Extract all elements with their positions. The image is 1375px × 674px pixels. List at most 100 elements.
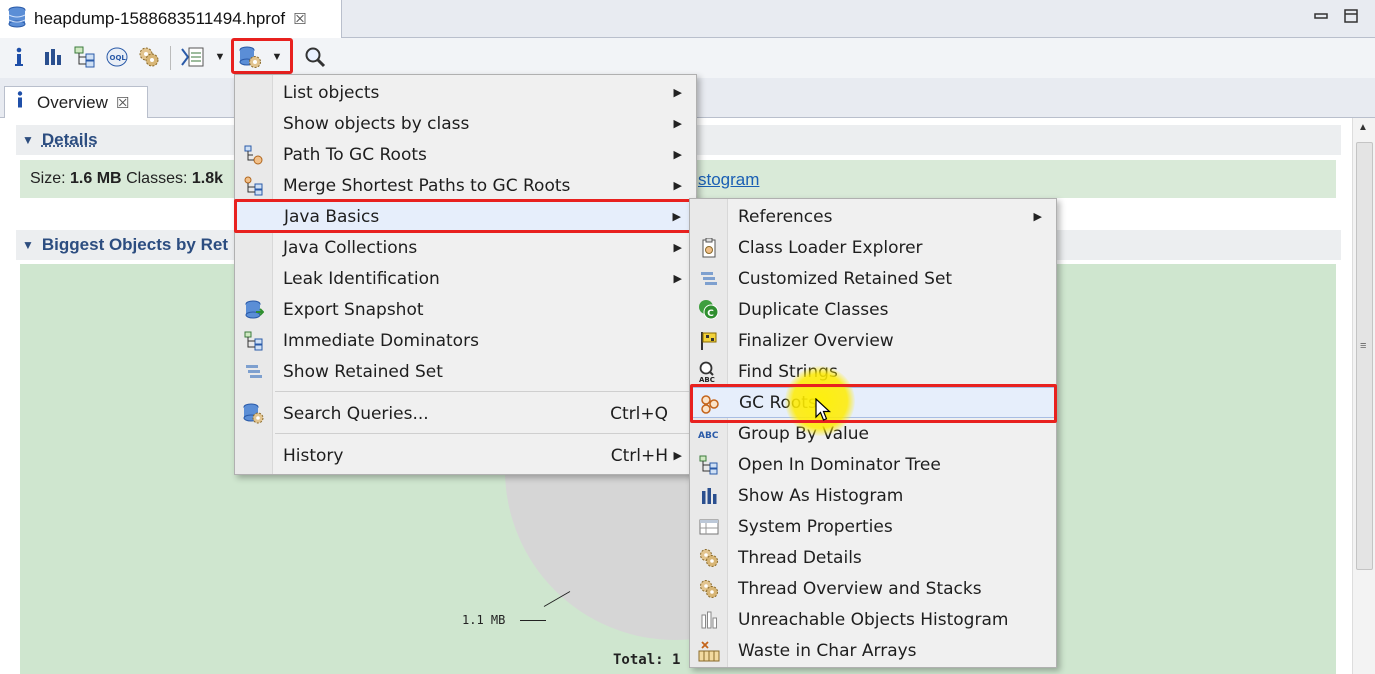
menu-item-java-collections[interactable]: Java Collections ▶ — [235, 232, 696, 263]
gc-roots-highlight — [690, 384, 1057, 423]
group-by-value-icon: ABC — [698, 423, 720, 445]
menu-item-label: Class Loader Explorer — [738, 237, 923, 258]
menu-item-path-to-gc-roots[interactable]: Path To GC Roots ▶ — [235, 139, 696, 170]
finalizer-icon — [698, 330, 720, 352]
menu-item-customized-retained-set[interactable]: Customized Retained Set — [690, 263, 1056, 294]
customized-retained-set-icon — [698, 268, 720, 290]
menu-divider — [275, 433, 692, 434]
path-to-gc-roots-icon — [243, 144, 265, 166]
menu-item-references[interactable]: References ▶ — [690, 201, 1056, 232]
class-loader-icon — [698, 237, 720, 259]
submenu-arrow-icon: ▶ — [673, 148, 682, 161]
svg-text:ABC: ABC — [698, 431, 719, 441]
export-snapshot-icon — [243, 299, 265, 321]
submenu-arrow-icon: ▶ — [673, 241, 682, 254]
editor-tab-heapdump[interactable]: heapdump-1588683511494.hprof ☒ — [0, 0, 342, 38]
menu-item-label: System Properties — [738, 516, 893, 537]
menu-item-immediate-dominators[interactable]: Immediate Dominators — [235, 325, 696, 356]
pie-total-label: Total: 1 — [613, 652, 681, 668]
menu-item-show-as-histogram[interactable]: Show As Histogram — [690, 480, 1056, 511]
submenu-arrow-icon: ▶ — [673, 449, 682, 462]
shortcut-label: Ctrl+H — [610, 445, 668, 466]
close-icon[interactable]: ☒ — [293, 10, 306, 28]
histogram-icon[interactable] — [40, 44, 66, 70]
size-value: 1.6 MB — [70, 170, 122, 187]
menu-item-label: Leak Identification — [283, 268, 440, 289]
classes-label: Classes: — [126, 170, 188, 187]
thread-overview-icon[interactable] — [136, 44, 162, 70]
menu-item-system-properties[interactable]: System Properties — [690, 511, 1056, 542]
oql-icon[interactable]: OQL — [104, 44, 130, 70]
java-basics-highlight — [234, 199, 705, 233]
menu-item-leak-identification[interactable]: Leak Identification ▶ — [235, 263, 696, 294]
menu-item-open-in-dominator-tree[interactable]: Open In Dominator Tree — [690, 449, 1056, 480]
menu-item-label: Search Queries... — [283, 403, 429, 424]
collapse-triangle-icon[interactable]: ▼ — [22, 133, 34, 147]
search-icon[interactable] — [302, 44, 328, 70]
menu-item-unreachable-objects-histogram[interactable]: Unreachable Objects Histogram — [690, 604, 1056, 635]
histogram-link[interactable]: stogram — [698, 170, 759, 190]
menu-item-search-queries[interactable]: Search Queries... Ctrl+Q — [235, 398, 696, 429]
close-icon[interactable]: ☒ — [116, 94, 129, 112]
menu-item-label: List objects — [283, 82, 380, 103]
minimize-icon[interactable] — [1312, 9, 1330, 25]
svg-text:ABC: ABC — [699, 376, 715, 383]
menu-item-list-objects[interactable]: List objects ▶ — [235, 77, 696, 108]
info-icon[interactable] — [6, 44, 32, 70]
chevron-down-icon[interactable]: ▼ — [213, 44, 227, 70]
dominator-tree-icon — [698, 454, 720, 476]
submenu-arrow-icon: ▶ — [1033, 210, 1042, 223]
editor-tab-title: heapdump-1588683511494.hprof — [34, 9, 286, 28]
pie-slice-label: 1.1 MB — [462, 613, 506, 627]
submenu-arrow-icon: ▶ — [673, 179, 682, 192]
maximize-icon[interactable] — [1342, 9, 1360, 25]
heapdump-file-icon — [8, 6, 26, 33]
query-browser-highlight — [231, 38, 293, 74]
scroll-grip-icon: ≡ — [1360, 340, 1367, 352]
java-basics-submenu: References ▶ Class Loader Explorer Custo… — [689, 198, 1057, 668]
menu-item-history[interactable]: History Ctrl+H ▶ — [235, 440, 696, 471]
dominator-tree-icon[interactable] — [72, 44, 98, 70]
vertical-scrollbar[interactable]: ▲ ≡ — [1352, 118, 1375, 674]
menu-item-label: Open In Dominator Tree — [738, 454, 941, 475]
menu-item-show-objects-by-class[interactable]: Show objects by class ▶ — [235, 108, 696, 139]
size-label: Size: — [30, 170, 66, 187]
menu-item-thread-overview-and-stacks[interactable]: Thread Overview and Stacks — [690, 573, 1056, 604]
scroll-up-icon[interactable]: ▲ — [1358, 122, 1368, 133]
menu-item-label: Duplicate Classes — [738, 299, 889, 320]
scroll-thumb[interactable]: ≡ — [1356, 142, 1373, 570]
reports-icon[interactable] — [180, 44, 206, 70]
menu-item-label: Waste in Char Arrays — [738, 640, 917, 661]
svg-text:OQL: OQL — [110, 54, 127, 62]
unreachable-histogram-icon — [698, 609, 720, 631]
find-strings-icon: ABC — [698, 361, 720, 383]
collapse-triangle-icon[interactable]: ▼ — [22, 238, 34, 252]
menu-item-find-strings[interactable]: ABC Find Strings — [690, 356, 1056, 387]
menu-item-label: Finalizer Overview — [738, 330, 894, 351]
menu-item-label: Show As Histogram — [738, 485, 904, 506]
menu-item-label: Show objects by class — [283, 113, 470, 134]
menu-item-label: History — [283, 445, 344, 466]
menu-item-show-retained-set[interactable]: Show Retained Set — [235, 356, 696, 387]
menu-item-merge-shortest-paths[interactable]: Merge Shortest Paths to GC Roots ▶ — [235, 170, 696, 201]
shortcut-label: Ctrl+Q — [610, 403, 668, 424]
immediate-dominators-icon — [243, 330, 265, 352]
system-properties-icon — [698, 516, 720, 538]
classes-value: 1.8k — [191, 170, 224, 187]
menu-item-class-loader-explorer[interactable]: Class Loader Explorer — [690, 232, 1056, 263]
search-queries-icon — [243, 403, 265, 425]
thread-overview-icon — [698, 578, 720, 600]
menu-item-duplicate-classes[interactable]: C Duplicate Classes — [690, 294, 1056, 325]
query-browser-menu: List objects ▶ Show objects by class ▶ P… — [234, 74, 697, 475]
toolbar-separator — [170, 46, 171, 70]
menu-item-label: Thread Details — [738, 547, 862, 568]
menu-item-label: Customized Retained Set — [738, 268, 953, 289]
menu-item-label: Thread Overview and Stacks — [738, 578, 982, 599]
menu-item-thread-details[interactable]: Thread Details — [690, 542, 1056, 573]
menu-item-finalizer-overview[interactable]: Finalizer Overview — [690, 325, 1056, 356]
tab-overview[interactable]: Overview ☒ — [4, 86, 148, 118]
duplicate-classes-icon: C — [698, 299, 720, 321]
menu-item-export-snapshot[interactable]: Export Snapshot — [235, 294, 696, 325]
menu-item-label: Merge Shortest Paths to GC Roots — [283, 175, 571, 196]
menu-item-waste-in-char-arrays[interactable]: Waste in Char Arrays — [690, 635, 1056, 666]
